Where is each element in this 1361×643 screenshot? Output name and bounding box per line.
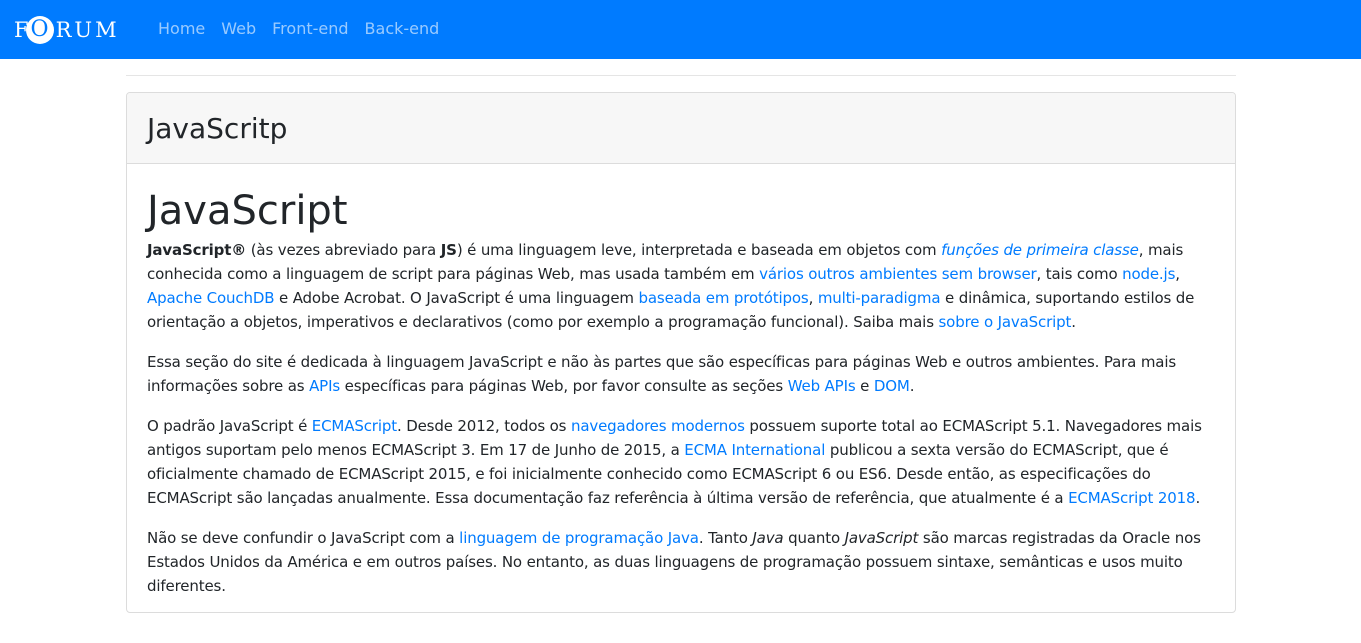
text: e Adobe Acrobat. O JavaScript é uma ling…: [274, 289, 639, 307]
link-nodejs[interactable]: node.js: [1122, 265, 1175, 283]
text: específicas para páginas Web, por favor …: [340, 377, 788, 395]
link-apis[interactable]: APIs: [309, 377, 340, 395]
bold-js: JS: [440, 241, 457, 259]
link-modern-browsers[interactable]: navegadores modernos: [571, 417, 745, 435]
brand-logo[interactable]: F O RUM: [14, 15, 120, 45]
paragraph-scope: Essa seção do site é dedicada à linguage…: [147, 350, 1215, 398]
italic-javascript: JavaScript: [844, 529, 919, 547]
text: ,: [1175, 265, 1180, 283]
text: . Tanto: [698, 529, 753, 547]
link-web-apis[interactable]: Web APIs: [788, 377, 856, 395]
text: ) é uma linguagem leve, interpretada e b…: [456, 241, 942, 259]
link-non-browser-environments[interactable]: vários outros ambientes sem browser: [759, 265, 1037, 283]
top-navbar: F O RUM Home Web Front-end Back-end: [0, 0, 1361, 59]
article-heading: JavaScript: [147, 188, 348, 234]
nav-link-front-end[interactable]: Front-end: [272, 19, 348, 38]
brand-letters-rum: RUM: [55, 18, 120, 42]
text: Não se deve confundir o JavaScript com a: [147, 529, 460, 547]
text: .: [909, 377, 915, 395]
link-multi-paradigm[interactable]: multi-paradigma: [818, 289, 941, 307]
link-ecmascript[interactable]: ECMAScript: [312, 417, 397, 435]
italic-java: Java: [752, 529, 784, 547]
text: , tais como: [1036, 265, 1123, 283]
text: quanto: [783, 529, 845, 547]
card-header-title: JavaScritp: [147, 111, 288, 145]
link-apache-couchdb[interactable]: Apache CouchDB: [147, 289, 275, 307]
card-header: JavaScritp: [127, 93, 1235, 164]
nav-link-home[interactable]: Home: [158, 19, 205, 38]
paragraph-java-note: Não se deve confundir o JavaScript com a…: [147, 526, 1215, 598]
nav-link-web[interactable]: Web: [221, 19, 256, 38]
text: (às vezes abreviado para: [246, 241, 441, 259]
article-card: JavaScritp JavaScript JavaScript® (às ve…: [126, 92, 1236, 613]
link-dom[interactable]: DOM: [874, 377, 910, 395]
bold-javascript: JavaScript®: [147, 241, 247, 259]
divider: [126, 75, 1236, 76]
link-ecma-international[interactable]: ECMA International: [684, 441, 825, 459]
link-ecmascript-2018[interactable]: ECMAScript 2018: [1068, 489, 1196, 507]
paragraph-standard: O padrão JavaScript é ECMAScript. Desde …: [147, 414, 1215, 510]
card-body: JavaScript JavaScript® (às vezes abrevia…: [127, 164, 1235, 598]
nav-links: Home Web Front-end Back-end: [158, 19, 455, 38]
text: ,: [808, 289, 818, 307]
text: .: [1071, 313, 1076, 331]
paragraph-intro: JavaScript® (às vezes abreviado para JS)…: [147, 238, 1215, 334]
brand-circle-o: O: [25, 16, 54, 44]
link-about-javascript[interactable]: sobre o JavaScript: [939, 313, 1072, 331]
text: e: [855, 377, 874, 395]
link-prototype-based[interactable]: baseada em protótipos: [639, 289, 809, 307]
text: . Desde 2012, todos os: [396, 417, 571, 435]
text: .: [1195, 489, 1201, 507]
nav-link-back-end[interactable]: Back-end: [365, 19, 440, 38]
link-first-class-functions[interactable]: funções de primeira classe: [941, 241, 1139, 259]
link-java-language[interactable]: linguagem de programação Java: [459, 529, 699, 547]
text: O padrão JavaScript é: [147, 417, 312, 435]
